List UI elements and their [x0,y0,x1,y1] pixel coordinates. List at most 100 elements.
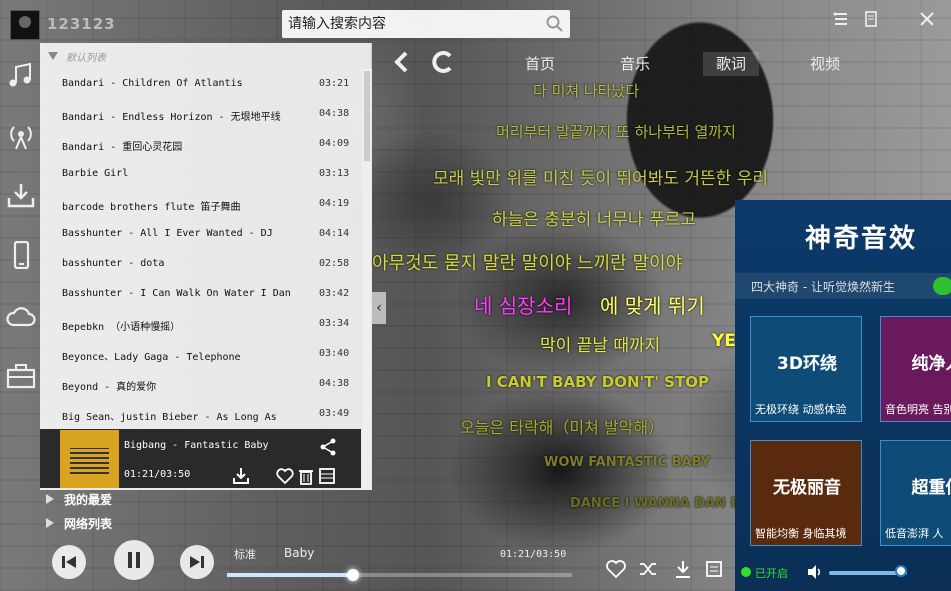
song-row[interactable]: Bandari - Endless Horizon - 无垠地平线 04:38 [40,99,362,129]
song-row[interactable]: Beyond - 真的爱你 04:38 [40,369,362,399]
fx-title: 神奇音效 [805,224,918,254]
download-icon[interactable] [6,182,36,210]
song-row[interactable]: Bandari - 重回心灵花园 04:09 [40,129,362,159]
fx-subtitle-bar: 四大神奇 - 让听觉焕然新生 [735,273,951,299]
song-name: Bepebkn （小语种慢摇） [62,322,181,333]
fx-card-desc: 音色明亮 告别 [885,403,951,416]
search-box[interactable] [282,10,570,38]
lyric-line: 모래 빛만 위를 미친 듯이 뛰어봐도 거뜬한 우리 [433,169,768,189]
song-duration: 03:49 [319,408,350,419]
lyric-line: I CAN'T BABY DON'T' STOP [486,373,709,391]
group-label: 我的最爱 [64,493,113,507]
minimize-icon[interactable] [918,10,936,28]
song-duration: 04:14 [319,228,350,239]
logo-avatar[interactable] [10,10,40,40]
fx-toggle[interactable] [933,277,951,295]
song-name: Barbie Girl [62,168,129,179]
song-name: Basshunter - I Can Walk On Water I Dan [62,288,291,299]
song-duration: 04:38 [319,378,350,389]
heart-icon[interactable] [276,467,294,485]
fx-card-desc: 智能均衡 身临其境 [755,527,847,540]
tab-lyrics[interactable]: 歌词 [703,52,759,76]
lyric-line: WOW FANTASTIC BABY [544,455,711,470]
song-name: Basshunter - All I Ever Wanted - DJ [62,228,273,239]
song-name: Bandari - Endless Horizon - 无垠地平线 [62,112,281,123]
group-online[interactable]: 网络列表 [40,512,370,534]
song-row[interactable]: Bepebkn （小语种慢摇） 03:34 [40,309,362,339]
now-playing-time: 01:21/03:50 [124,469,191,480]
song-name: Bandari - 重回心灵花园 [62,142,183,153]
song-duration: 04:09 [319,138,350,149]
lyric-line: YE [712,331,736,351]
playlist-panel: 默认列表 Bandari - Children Of Atlantis 03:21… [40,43,372,490]
group-label: 网络列表 [64,517,113,531]
fx-card-bass[interactable]: 超重低低音澎湃 人 [880,440,951,546]
progress-fill [227,573,354,577]
refresh-icon[interactable] [430,50,456,74]
scroll-thumb[interactable] [364,71,370,161]
song-row[interactable]: Beyonce、Lady Gaga - Telephone 03:40 [40,339,362,369]
track-title: Baby [284,546,315,560]
song-duration: 03:13 [319,168,350,179]
download-song-icon[interactable] [232,467,250,485]
phone-icon[interactable] [6,241,36,269]
progress-knob[interactable] [347,569,360,581]
trash-icon[interactable] [297,467,315,485]
volume-icon[interactable] [807,564,823,580]
search-input[interactable] [282,10,544,38]
song-duration: 03:21 [319,78,350,89]
tab-video[interactable]: 视频 [807,52,843,76]
fx-card-title: 纯净人 [911,354,951,374]
search-icon[interactable] [546,15,564,33]
song-name: barcode brothers flute 笛子舞曲 [62,202,241,213]
collapse-arrow-icon [48,52,58,60]
next-icon [190,556,204,568]
prev-icon [62,556,76,568]
song-row[interactable]: barcode brothers flute 笛子舞曲 04:19 [40,189,362,219]
tab-music[interactable]: 音乐 [617,52,653,76]
prev-button[interactable] [52,545,86,579]
next-button[interactable] [180,545,214,579]
shuffle-icon[interactable] [638,559,658,579]
volume-knob[interactable] [894,565,907,577]
lyric-line: 하늘은 충분히 너무나 푸르고 [492,210,696,230]
panel-collapse-handle[interactable]: ‹ [372,292,386,324]
toolbox-icon[interactable] [6,362,36,390]
fx-card-3d[interactable]: 3D环绕 无极环绕 动感体验 [750,316,862,422]
song-row[interactable]: Barbie Girl 03:13 [40,159,362,189]
scrollbar[interactable] [362,69,372,490]
fx-card-lossless[interactable]: 无极丽音 智能均衡 身临其境 [750,440,862,546]
song-row[interactable]: Big Sean、justin Bieber - As Long As 03:49 [40,399,362,429]
now-playing-bar: Bigbang - Fantastic Baby 01:21/03:50 [40,429,361,488]
download-bottom-icon[interactable] [673,559,693,579]
back-icon[interactable] [390,50,414,74]
lyric-icon[interactable] [704,559,724,579]
lyric-line: 머리부터 발끝까지 또 하나부터 열까지 [496,123,736,141]
song-row[interactable]: basshunter - dota 02:58 [40,249,362,279]
lyric-line: 막이 끝날 때까지 [540,336,661,356]
playlist-title: 默认列表 [66,53,106,64]
menu-icon[interactable] [862,10,880,28]
progress-bar[interactable] [227,569,572,581]
share-icon[interactable] [319,438,337,456]
username[interactable]: 123123 [47,15,116,33]
album-cover[interactable] [60,430,119,488]
group-favorites[interactable]: 我的最爱 [40,488,370,510]
song-row[interactable]: Bandari - Children Of Atlantis 03:21 [40,69,362,99]
fx-status-label: 已开启 [755,567,788,580]
like-icon[interactable] [606,559,626,579]
music-icon[interactable] [6,61,36,89]
lyric-line: 다 미쳐 나타났다 [533,82,640,100]
mv-icon[interactable] [318,467,336,485]
quality-label[interactable]: 标准 [234,546,256,562]
song-row[interactable]: Basshunter - I Can Walk On Water I Dan 03… [40,279,362,309]
song-row[interactable]: Basshunter - All I Ever Wanted - DJ 04:14 [40,219,362,249]
tab-home[interactable]: 首页 [522,52,558,76]
skin-icon[interactable] [832,10,850,28]
lyric-line: 네 심장소리 [474,294,573,318]
fx-card-pure[interactable]: 纯净人音色明亮 告别 [880,316,951,422]
pause-button[interactable] [114,540,154,580]
cloud-icon[interactable] [6,303,36,331]
radio-icon[interactable] [6,122,36,150]
playlist-header[interactable]: 默认列表 [40,43,372,69]
